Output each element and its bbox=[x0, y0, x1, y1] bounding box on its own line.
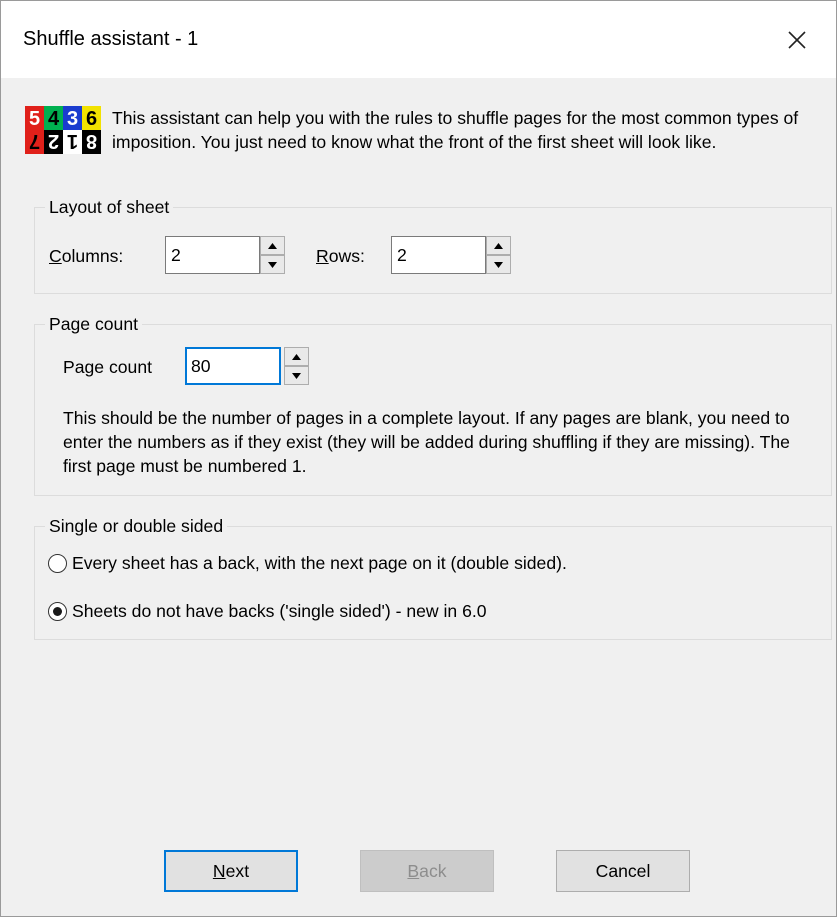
rows-label: Rows: bbox=[316, 246, 365, 267]
rows-label-accelerator: R bbox=[316, 246, 329, 266]
back-label: ack bbox=[419, 860, 447, 881]
single-sided-radio[interactable] bbox=[48, 602, 67, 621]
sides-legend: Single or double sided bbox=[49, 516, 224, 536]
logo-digit: 7 bbox=[29, 130, 40, 152]
logo-digit: 1 bbox=[67, 130, 78, 152]
rows-decrement-button[interactable] bbox=[486, 255, 511, 274]
columns-decrement-button[interactable] bbox=[260, 255, 285, 274]
columns-label-text: olumns: bbox=[61, 246, 124, 266]
page-count-help-text: This should be the number of pages in a … bbox=[63, 408, 790, 476]
radio-selected-dot bbox=[53, 607, 62, 616]
arrow-up-icon bbox=[292, 353, 301, 360]
logo-digit: 5 bbox=[29, 108, 40, 130]
logo-digit: 2 bbox=[48, 130, 59, 152]
arrow-down-icon bbox=[292, 372, 301, 379]
rows-increment-button[interactable] bbox=[486, 236, 511, 255]
page-count-increment-button[interactable] bbox=[284, 347, 309, 366]
arrow-down-icon bbox=[268, 261, 277, 268]
columns-label-accelerator: C bbox=[49, 246, 62, 266]
rows-spinner[interactable] bbox=[486, 236, 511, 274]
double-sided-label[interactable]: Every sheet has a back, with the next pa… bbox=[72, 553, 567, 574]
intro-text: This assistant can help you with the rul… bbox=[112, 108, 799, 152]
page-count-decrement-button[interactable] bbox=[284, 366, 309, 385]
back-button[interactable]: Back bbox=[360, 850, 494, 892]
page-count-legend: Page count bbox=[49, 314, 139, 334]
logo-digit: 4 bbox=[48, 108, 60, 130]
next-label: ext bbox=[225, 860, 250, 881]
columns-increment-button[interactable] bbox=[260, 236, 285, 255]
back-accelerator: B bbox=[407, 860, 420, 881]
rows-label-text: ows: bbox=[328, 246, 365, 266]
arrow-up-icon bbox=[494, 242, 503, 249]
page-count-spinner[interactable] bbox=[284, 347, 309, 385]
logo-digit: 3 bbox=[67, 108, 78, 130]
rows-input[interactable] bbox=[391, 236, 486, 274]
columns-spinner[interactable] bbox=[260, 236, 285, 274]
next-accelerator: N bbox=[212, 860, 226, 881]
logo-digit: 8 bbox=[86, 130, 97, 152]
double-sided-radio[interactable] bbox=[48, 554, 67, 573]
logo-digit: 6 bbox=[86, 108, 97, 130]
page-count-label: Page count bbox=[63, 357, 153, 377]
columns-label: Columns: bbox=[49, 246, 123, 267]
close-button[interactable] bbox=[771, 17, 823, 63]
single-sided-label[interactable]: Sheets do not have backs ('single sided'… bbox=[72, 601, 487, 622]
page-count-input[interactable] bbox=[185, 347, 281, 385]
layout-of-sheet-legend: Layout of sheet bbox=[49, 197, 170, 217]
columns-input[interactable] bbox=[165, 236, 260, 274]
cancel-button[interactable]: Cancel bbox=[556, 850, 690, 892]
next-button[interactable]: Next bbox=[164, 850, 298, 892]
window-title: Shuffle assistant - 1 bbox=[23, 28, 199, 50]
title-bar: Shuffle assistant - 1 bbox=[1, 1, 836, 78]
imposition-logo-icon: 5 4 3 6 7 2 1 8 bbox=[25, 106, 101, 154]
arrow-up-icon bbox=[268, 242, 277, 249]
arrow-down-icon bbox=[494, 261, 503, 268]
close-icon bbox=[788, 31, 806, 49]
shuffle-assistant-dialog: Shuffle assistant - 1 5 4 3 6 7 2 1 8 Th… bbox=[0, 0, 837, 917]
